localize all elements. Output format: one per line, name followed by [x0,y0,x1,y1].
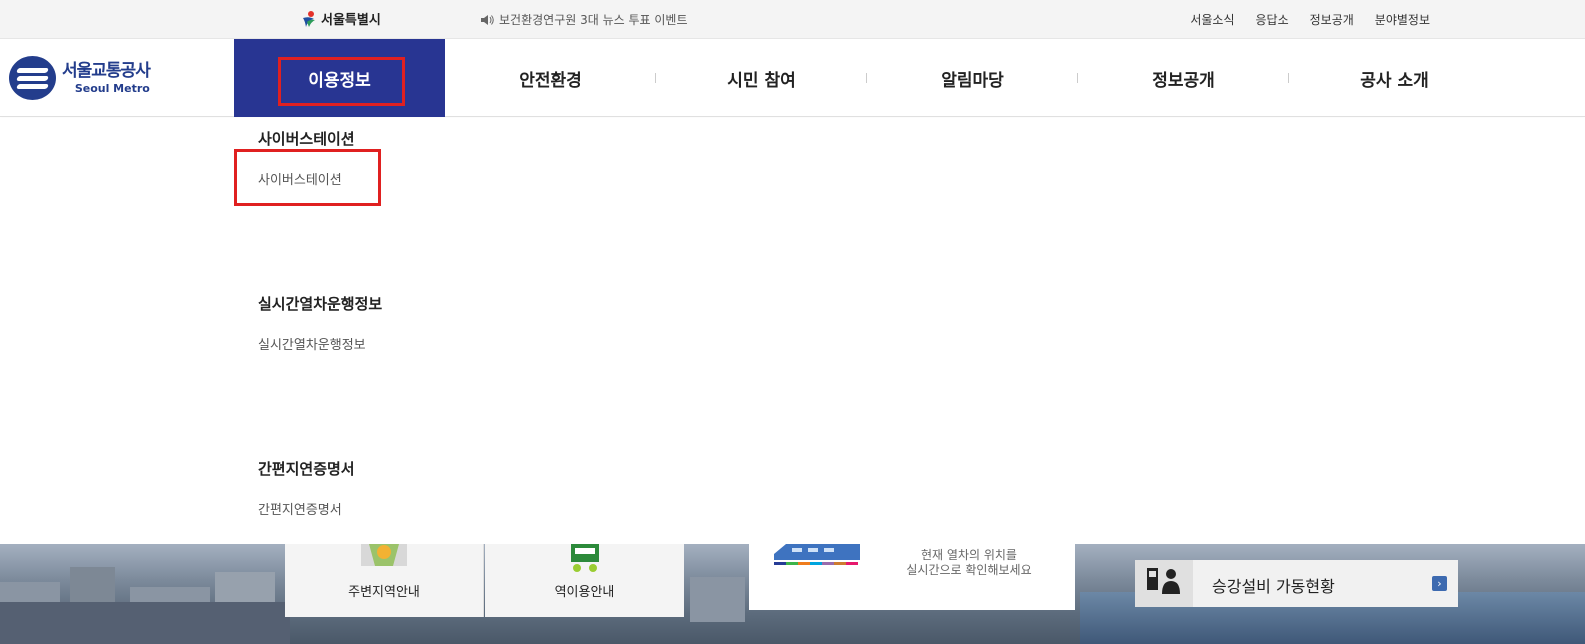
nearby-area-label: 주변지역안내 [348,585,420,600]
notice-ticker[interactable]: 보건환경연구원 3대 뉴스 투표 이벤트 [480,11,688,28]
station-icon [565,544,605,578]
line-color-stripes [774,562,858,565]
seoul-city-logo[interactable]: 서울특별시 [300,9,381,28]
seoul-metro-logo[interactable]: 서울교통공사 Seoul Metro [9,56,151,100]
dropdown-link-realtime-train[interactable]: 실시간열차운행정보 [258,334,382,353]
train-desc-line-1: 현재 열차의 위치를 [921,548,1017,562]
map-pin-icon [359,544,409,574]
main-navigation: 서울교통공사 Seoul Metro 이용정보 안전환경 시민 참여 알림마당 … [0,39,1585,117]
seoul-city-label: 서울특별시 [321,13,381,28]
dropdown-link-delay-certificate[interactable]: 간편지연증명서 [258,499,355,518]
speaker-icon [480,14,494,26]
station-guide-label: 역이용안내 [554,585,615,600]
quick-card-station-guide[interactable]: 역이용안내 [485,544,684,617]
brand-name-english: Seoul Metro [74,81,150,95]
util-link-info-disclosure[interactable]: 정보공개 [1310,11,1354,28]
util-link-response[interactable]: 응답소 [1256,11,1289,28]
seoul-city-emblem-icon [300,10,318,28]
highlight-box-cyber-station [234,149,381,206]
train-location-description: 현재 열차의 위치를 실시간으로 확인해보세요 [899,548,1039,578]
facility-status-label: 승강설비 가동현황 [1212,577,1335,596]
dropdown-group-title: 사이버스테이션 [258,130,355,148]
dropdown-group-title: 실시간열차운행정보 [258,295,383,313]
util-link-seoul-news[interactable]: 서울소식 [1190,11,1234,28]
gnb-item-citizen-participation[interactable]: 시민 참여 [656,39,867,117]
brand-name-korean: 서울교통공사 [62,60,151,81]
dropdown-group-title: 간편지연증명서 [258,460,355,478]
gnb-item-label: 시민 참여 [727,70,796,91]
highlight-box-usage-info [278,57,405,106]
quick-card-facility-status[interactable]: 승강설비 가동현황 › [1135,560,1458,607]
gnb-item-about-company[interactable]: 공사 소개 [1289,39,1500,117]
top-utility-bar: 서울특별시 보건환경연구원 3대 뉴스 투표 이벤트 서울소식 응답소 정보공개… [0,0,1585,39]
gnb-item-label: 알림마당 [941,70,1004,91]
utility-links: 서울소식 응답소 정보공개 분야별정보 [1190,11,1430,28]
train-desc-line-2: 실시간으로 확인해보세요 [906,563,1032,577]
gnb-item-info-disclosure[interactable]: 정보공개 [1078,39,1289,117]
quick-card-nearby-area[interactable]: 주변지역안내 [285,544,484,617]
gnb-item-label: 안전환경 [519,70,582,91]
notice-text: 보건환경연구원 3대 뉴스 투표 이벤트 [499,13,688,27]
quick-card-train-location[interactable]: 현재 열차의 위치를 실시간으로 확인해보세요 [749,544,1075,610]
gnb-item-safety-environment[interactable]: 안전환경 [445,39,656,117]
util-link-field-info[interactable]: 분야별정보 [1375,11,1430,28]
elevator-person-icon [1135,560,1193,607]
gnb-item-notices[interactable]: 알림마당 [867,39,1078,117]
dropdown-group-delay-certificate: 간편지연증명서 간편지연증명서 [258,458,355,518]
dropdown-group-realtime-train: 실시간열차운행정보 실시간열차운행정보 [258,293,382,353]
seoul-metro-emblem-icon [9,56,56,100]
gnb-item-label: 공사 소개 [1360,70,1429,91]
arrow-right-icon[interactable]: › [1432,576,1447,591]
gnb-menu: 이용정보 안전환경 시민 참여 알림마당 정보공개 공사 소개 [234,39,1500,117]
gnb-item-label: 정보공개 [1152,70,1215,91]
